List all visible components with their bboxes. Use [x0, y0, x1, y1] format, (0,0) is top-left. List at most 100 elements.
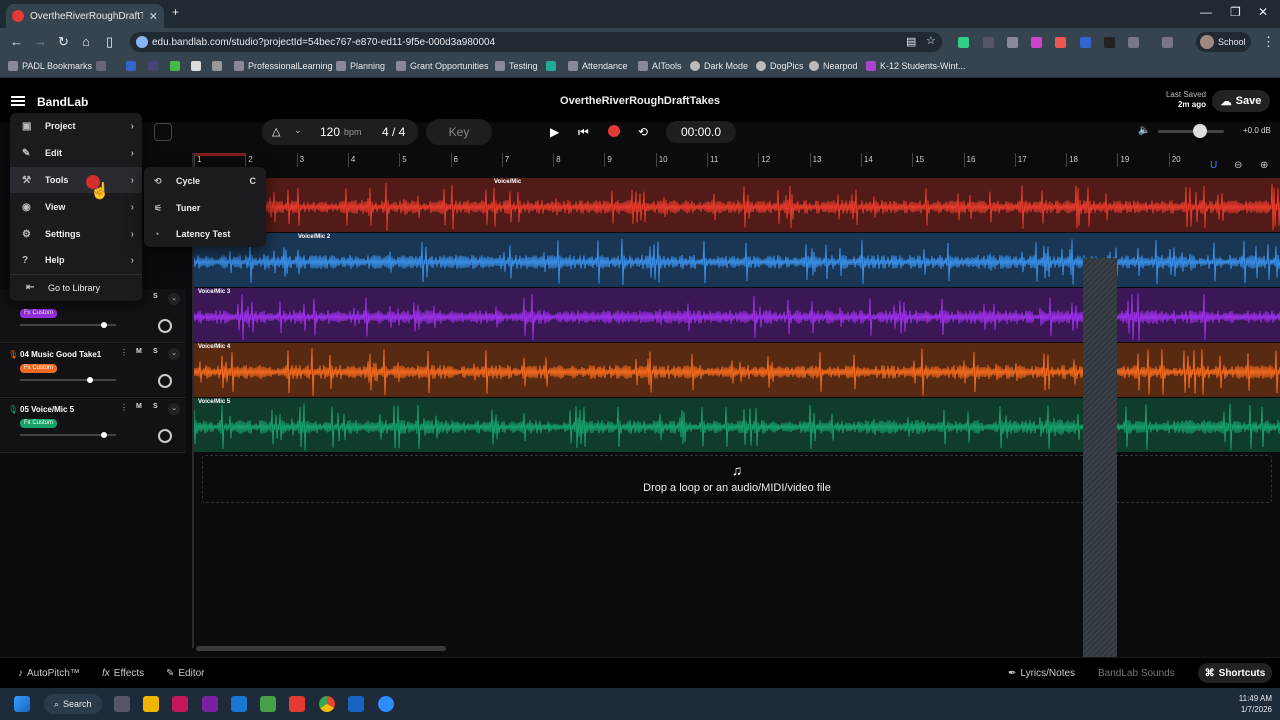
bandlab-logo[interactable]: ჎ BandLab [34, 94, 88, 109]
menu-item-tools[interactable]: ⚒ Tools › [10, 167, 142, 193]
chevron-down-icon[interactable]: ⌄ [168, 348, 180, 360]
bookmark-item[interactable]: Testing [495, 61, 538, 71]
word-icon[interactable] [348, 696, 364, 712]
shortcuts-button[interactable]: ⌘ Shortcuts [1198, 663, 1272, 683]
bookmark-icon[interactable] [126, 61, 136, 71]
bookmark-item[interactable]: Attendance [568, 61, 628, 71]
reload-icon[interactable]: ↻ [58, 34, 69, 50]
speaker-icon[interactable]: 🔈 [1138, 125, 1150, 136]
menu-item-help[interactable]: ? Help › [10, 247, 142, 273]
extension-icon[interactable] [1031, 37, 1042, 48]
extension-icon[interactable] [958, 37, 969, 48]
track-name[interactable]: 05 Voice/Mic 5 [20, 405, 74, 414]
bookmark-item[interactable]: K-12 Students-Wint... [866, 61, 966, 71]
extension-icon[interactable] [983, 37, 994, 48]
url-input[interactable]: edu.bandlab.com/studio?projectId=54bec76… [130, 32, 942, 52]
loop-icon[interactable]: ⟲ [638, 125, 648, 139]
skip-to-start-icon[interactable]: ⏮ [578, 125, 589, 140]
menu-item-edit[interactable]: ✎ Edit › [10, 140, 142, 166]
zoom-in-icon[interactable]: ⊕ [1260, 160, 1268, 171]
key-button[interactable]: Key [426, 119, 492, 145]
save-button[interactable]: ☁ Save [1212, 90, 1270, 112]
track-volume-thumb[interactable] [101, 432, 107, 438]
windows-start-icon[interactable] [14, 696, 30, 712]
menu-item-cycle[interactable]: ⟲ Cycle C [144, 168, 266, 194]
track-region[interactable]: Voice/Mic 5 [194, 398, 1280, 452]
chevron-down-icon[interactable]: ⌄ [294, 125, 302, 136]
bookmark-icon[interactable] [546, 61, 556, 71]
track-region[interactable]: Voice/Mic 4 [194, 343, 1280, 397]
calculator-icon[interactable] [231, 696, 247, 712]
hamburger-menu-icon[interactable] [11, 96, 25, 106]
more-options-icon[interactable]: ⋮ [120, 403, 128, 412]
solo-button[interactable]: S [153, 403, 158, 410]
forward-icon[interactable]: → [34, 34, 47, 49]
effects-button[interactable]: fx Effects [102, 664, 144, 682]
extension-icon[interactable] [1055, 37, 1066, 48]
bookmark-icon[interactable] [212, 61, 222, 71]
taskbar-clock[interactable]: 11:49 AM 1/7/2026 [1200, 693, 1272, 715]
apps-icon[interactable] [96, 61, 106, 71]
autopitch-button[interactable]: ♪ AutoPitch™ [18, 664, 80, 682]
new-tab-icon[interactable]: + [172, 5, 179, 19]
zoom-icon[interactable] [378, 696, 394, 712]
bookmark-item[interactable]: Nearpod [809, 61, 858, 71]
close-tab-icon[interactable]: ✕ [149, 10, 158, 23]
taskbar-app-icon[interactable] [202, 696, 218, 712]
bookmark-item[interactable]: AITools [638, 61, 682, 71]
record-icon[interactable] [608, 125, 620, 137]
mute-button[interactable]: M [136, 403, 142, 410]
track-region[interactable]: Voice/Mic [194, 178, 1280, 232]
track-volume-slider[interactable] [20, 379, 116, 381]
menu-item-latency-test[interactable]: ◔ Latency Test [144, 221, 266, 247]
menu-item-tuner[interactable]: ⚟ Tuner [144, 195, 266, 221]
task-view-icon[interactable] [114, 696, 130, 712]
track-header[interactable]: 🎙 05 Voice/Mic 5 Fx Custom ⋮ M S ⌄ [0, 399, 186, 453]
solo-button[interactable]: S [153, 348, 158, 355]
grid-toggle-icon[interactable] [154, 123, 172, 141]
taskbar-app-icon[interactable] [172, 696, 188, 712]
tempo-value[interactable]: 120 [320, 125, 340, 139]
metronome-icon[interactable]: △ [272, 125, 280, 138]
pan-knob[interactable] [158, 374, 172, 388]
track-region[interactable]: Voice/Mic 3 [194, 288, 1280, 342]
time-signature[interactable]: 4 / 4 [382, 125, 405, 139]
profile-button[interactable]: School [1196, 32, 1251, 52]
minimize-icon[interactable]: — [1200, 5, 1212, 19]
bookmark-item[interactable]: Grant Opportunities [396, 61, 489, 71]
bookmark-star-icon[interactable]: ☆ [926, 34, 936, 47]
track-volume-thumb[interactable] [101, 322, 107, 328]
restore-icon[interactable]: ❐ [1230, 5, 1241, 19]
browser-menu-icon[interactable]: ⋮ [1262, 34, 1275, 50]
menu-item-settings[interactable]: ⚙ Settings › [10, 221, 142, 247]
play-icon[interactable]: ▶ [550, 125, 559, 139]
chevron-down-icon[interactable]: ⌄ [168, 403, 180, 415]
menu-item-go-to-library[interactable]: ⇤ Go to Library [10, 274, 142, 300]
project-title[interactable]: OvertheRiverRoughDraftTakes [440, 95, 840, 107]
horizontal-scrollbar[interactable] [196, 646, 446, 651]
bookmark-item[interactable]: Dark Mode [690, 61, 748, 71]
bookmark-icon[interactable] [170, 61, 180, 71]
menu-item-view[interactable]: ◉ View › [10, 194, 142, 220]
fx-badge[interactable]: Fx Custom [20, 364, 57, 373]
bookmark-item[interactable]: DogPics [756, 61, 804, 71]
taskbar-app-icon[interactable] [289, 696, 305, 712]
fx-badge[interactable]: Fx Custom [20, 419, 57, 428]
browser-tab[interactable]: OvertheRiverRoughDraftTak ✕ [6, 4, 164, 28]
tab-search-icon[interactable] [1162, 37, 1173, 48]
pan-knob[interactable] [158, 429, 172, 443]
bookmark-icon[interactable] [148, 61, 158, 71]
site-info-icon[interactable] [136, 36, 148, 48]
home-icon[interactable]: ⌂ [82, 34, 90, 49]
snap-magnet-icon[interactable]: U [1210, 160, 1217, 171]
extension-icon[interactable] [1104, 37, 1115, 48]
pan-knob[interactable] [158, 319, 172, 333]
solo-button[interactable]: S [153, 293, 158, 300]
reader-icon[interactable]: ▤ [906, 35, 916, 48]
extension-icon[interactable] [1080, 37, 1091, 48]
bookmark-item[interactable]: ProfessionalLearning [234, 61, 333, 71]
extensions-puzzle-icon[interactable] [1128, 37, 1139, 48]
track-region[interactable]: Voice/Mic 2 [194, 233, 1280, 287]
side-panel-icon[interactable]: ▯ [106, 34, 113, 50]
fx-badge[interactable]: Fx Custom [20, 309, 57, 318]
